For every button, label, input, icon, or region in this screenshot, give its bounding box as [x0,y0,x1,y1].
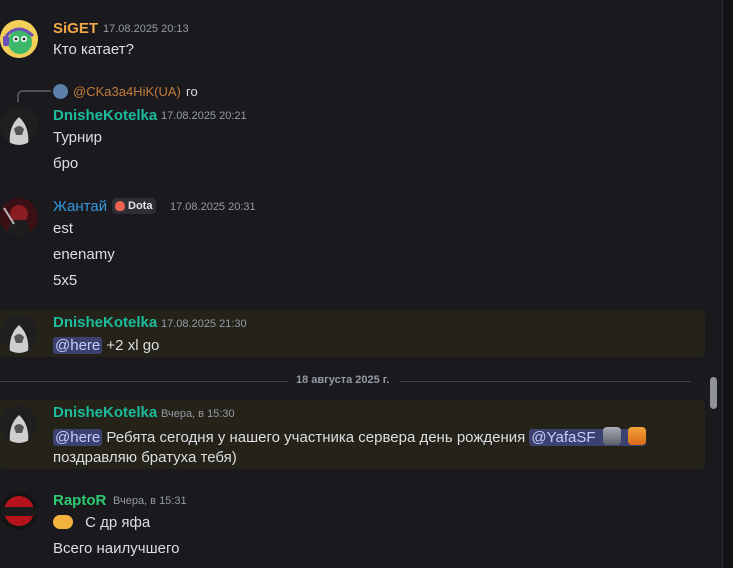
avatar-dnishekotelka[interactable] [0,107,38,145]
avatar-dnishekotelka[interactable] [0,405,38,443]
timestamp[interactable]: 17.08.2025 20:21 [161,110,247,122]
mention-user[interactable]: @YafaSF [529,427,646,446]
mention-here[interactable]: @here [53,337,103,354]
timestamp[interactable]: 17.08.2025 20:31 [170,201,256,213]
tiger-emoji [627,427,646,445]
role-tag-label: Dota [128,200,153,212]
timestamp[interactable]: Вчера, в 15:30 [161,408,235,420]
message-text: 5x5 [53,272,78,289]
message-text-body: С др яфа [85,514,151,531]
message-text: С др яфа [53,514,150,531]
message-text-body: Ребята сегодня у нашего участника сервер… [106,429,526,446]
handshake-emoji [53,515,73,529]
message-text: поздравляю братуха тебя) [53,449,237,466]
reply-text[interactable]: го [186,84,198,99]
mention-user-label: @YafaSF [531,429,596,446]
message-text: enenamy [53,246,115,263]
dota-icon [115,201,125,211]
message-text: est [53,220,74,237]
mention-here[interactable]: @here [53,429,103,446]
author-name[interactable]: RaptoR [53,492,106,509]
role-tag[interactable]: Dota [112,198,157,214]
message-text: Кто катает? [53,41,134,58]
reply-connector [17,90,51,102]
avatar-dnishekotelka[interactable] [0,315,38,353]
author-name[interactable]: DnisheKotelka [53,107,157,124]
message-text: бро [53,155,79,172]
scrollbar-track[interactable] [710,0,716,568]
avatar-raptor[interactable] [0,492,38,530]
timestamp[interactable]: 17.08.2025 20:13 [103,23,189,35]
message-text: @here +2 xl go [53,337,159,354]
message-text: Всего наилучшего [53,540,180,557]
reply-avatar-icon [53,84,68,99]
date-divider-label: 18 августа 2025 г. [296,374,390,386]
timestamp[interactable]: 17.08.2025 21:30 [161,318,247,330]
author-name[interactable]: DnisheKotelka [53,404,157,421]
author-name[interactable]: Жантай [53,198,107,215]
scrollbar-thumb[interactable] [710,377,717,409]
wolf-emoji [602,427,621,445]
message-text-body: +2 xl go [106,337,160,354]
author-name[interactable]: SiGET [53,20,98,37]
avatar-siget[interactable] [0,20,38,58]
side-panel-edge [722,0,733,568]
date-divider: 18 августа 2025 г. [0,374,705,386]
timestamp[interactable]: Вчера, в 15:31 [113,495,187,507]
chat-messages: SiGET 17.08.2025 20:13 Кто катает? @CKa3… [0,0,705,568]
message-text: Турнир [53,129,102,146]
author-name[interactable]: DnisheKotelka [53,314,157,331]
reply-mention[interactable]: @CKa3a4HiK(UA) [73,84,181,99]
avatar-zhantai[interactable] [0,198,38,236]
message-text: @here Ребята сегодня у нашего участника … [53,427,646,446]
